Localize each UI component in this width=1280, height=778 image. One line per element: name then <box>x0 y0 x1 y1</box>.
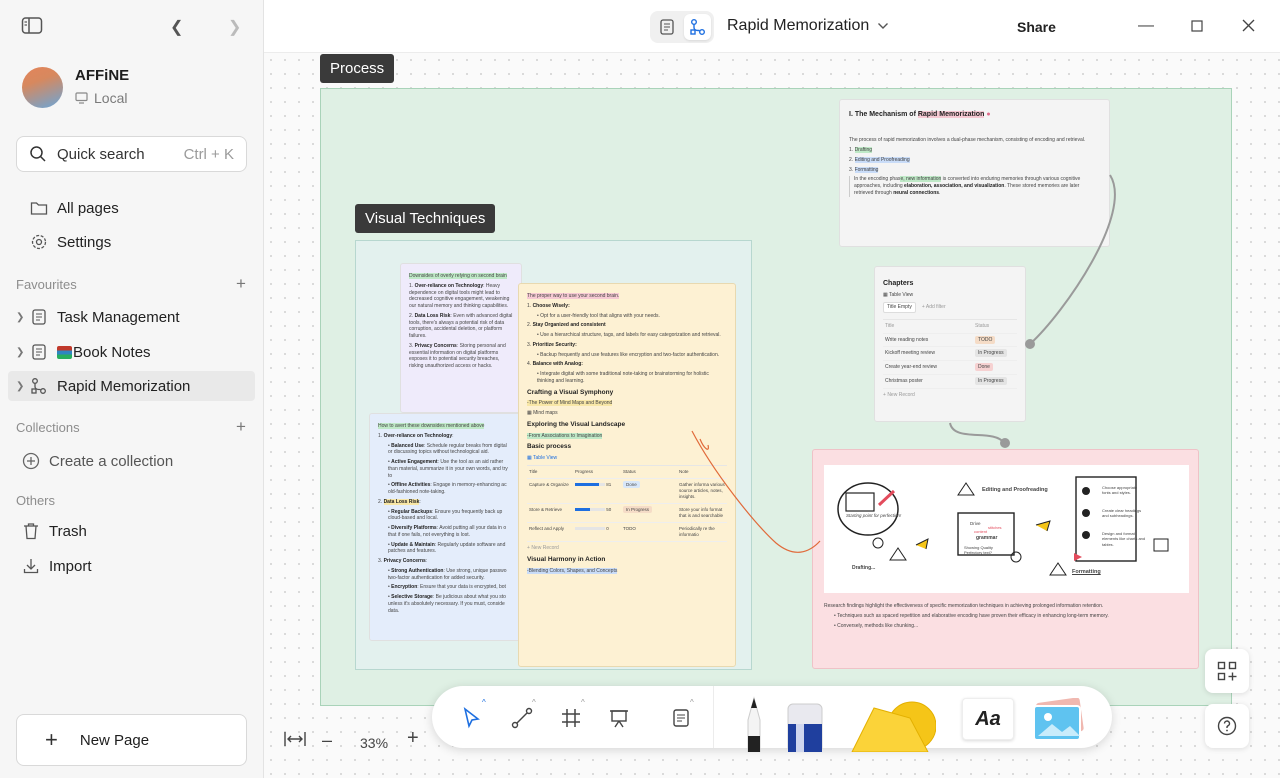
connector-mechanism-chapters <box>1029 174 1116 345</box>
chevron-right-icon[interactable]: ❯ <box>16 347 24 358</box>
books-emoji-icon <box>57 345 72 359</box>
new-page-label: New Page <box>79 731 150 749</box>
favourite-item-rapid-memorization[interactable]: ❯ Rapid Memorization <box>8 371 255 401</box>
page-icon <box>659 19 674 35</box>
add-element-icon[interactable] <box>1205 649 1249 693</box>
connector-chapters-research <box>949 422 1005 444</box>
quick-search-button[interactable]: Quick search Ctrl + K <box>16 136 247 172</box>
nav-all-pages-label: All pages <box>57 199 119 217</box>
favourite-item-label: Rapid Memorization <box>57 377 191 395</box>
quick-search-shortcut: Ctrl + K <box>183 145 234 163</box>
nav-trash-label: Trash <box>49 522 87 540</box>
pen-tool-icon[interactable] <box>742 696 766 753</box>
chevron-up-icon[interactable]: ^ <box>532 698 536 707</box>
workspace-type: Local <box>75 90 127 106</box>
fit-to-screen-icon[interactable] <box>284 731 306 752</box>
nav-import-label: Import <box>49 557 92 575</box>
chevron-right-icon[interactable]: ❯ <box>16 381 24 392</box>
toolbar-divider <box>713 686 714 748</box>
image-tool-icon[interactable] <box>1030 697 1086 742</box>
zoom-level[interactable]: 33% <box>360 735 388 751</box>
add-favourite-icon[interactable]: + <box>236 274 246 294</box>
shape-tool-icon[interactable] <box>850 698 937 753</box>
monitor-icon <box>75 92 88 104</box>
presentation-tool-icon[interactable] <box>607 706 631 730</box>
maximize-icon[interactable] <box>1191 19 1203 37</box>
forward-arrow-icon[interactable]: ❯ <box>228 17 241 37</box>
sidebar: ❮ ❯ AFFiNE Local Quick search Ctrl + K A… <box>0 0 264 778</box>
quick-search-label: Quick search <box>57 145 145 163</box>
frame-tool-icon[interactable] <box>559 706 583 730</box>
page-icon <box>30 308 48 326</box>
edgeless-icon <box>30 377 48 395</box>
favourite-item-book-notes[interactable]: ❯ Book Notes <box>8 337 255 367</box>
favourite-item-task-management[interactable]: ❯ Task Management <box>8 302 255 332</box>
text-tool-icon[interactable]: Aa <box>962 698 1014 740</box>
chevron-up-icon[interactable]: ^ <box>581 698 585 707</box>
workspace-avatar <box>22 67 63 108</box>
share-button[interactable]: Share <box>1017 19 1056 35</box>
nav-settings[interactable]: Settings <box>8 227 255 257</box>
new-page-button[interactable]: + New Page <box>16 714 247 766</box>
nav-trash[interactable]: Trash <box>8 516 255 546</box>
chevron-up-icon[interactable]: ^ <box>690 698 694 707</box>
edgeless-toolbar: ^ ^ ^ ^ Aa <box>432 686 1112 753</box>
chevron-up-icon[interactable]: ^ <box>482 698 486 707</box>
chevron-right-icon[interactable]: ❯ <box>16 312 24 323</box>
connector-pen-stroke <box>691 430 821 553</box>
zoom-out-icon[interactable]: – <box>322 730 332 751</box>
sidebar-header: ❮ ❯ <box>0 0 264 52</box>
create-collection-button[interactable]: Create a collection <box>8 446 255 476</box>
download-icon <box>22 557 40 575</box>
plus-icon: + <box>45 727 58 752</box>
chevron-down-icon <box>878 23 889 29</box>
favourite-item-label: Task Management <box>57 308 180 326</box>
edgeless-mode-button[interactable] <box>684 14 711 40</box>
document-title[interactable]: Rapid Memorization <box>727 17 889 35</box>
folder-icon <box>30 199 48 217</box>
plus-circle-icon <box>22 452 40 470</box>
close-icon[interactable] <box>1242 19 1255 37</box>
edgeless-canvas[interactable]: Process Visual Techniques Downsides of o… <box>264 53 1280 778</box>
add-collection-icon[interactable]: + <box>236 417 246 437</box>
search-icon <box>30 146 46 162</box>
select-tool-icon[interactable] <box>460 706 484 730</box>
nav-settings-label: Settings <box>57 233 112 251</box>
trash-icon <box>22 522 40 540</box>
page-mode-button[interactable] <box>653 14 680 40</box>
eraser-tool-icon[interactable] <box>786 700 824 753</box>
favourite-item-label: Book Notes <box>73 343 151 361</box>
mode-switch <box>650 11 714 43</box>
favourites-title: Favourites <box>16 277 77 292</box>
edgeless-icon <box>689 19 705 35</box>
back-arrow-icon[interactable]: ❮ <box>170 17 183 37</box>
nav-import[interactable]: Import <box>8 551 255 581</box>
note-tool-icon[interactable] <box>669 706 693 730</box>
minimize-icon[interactable]: — <box>1138 17 1154 35</box>
gear-icon <box>30 233 48 251</box>
help-icon[interactable] <box>1205 704 1249 748</box>
workspace-name: AFFiNE <box>75 67 130 84</box>
top-bar: Rapid Memorization Share — <box>264 0 1280 53</box>
connectors-layer <box>691 174 1116 553</box>
connector-handle <box>1000 438 1010 448</box>
sidebar-toggle-icon[interactable] <box>21 16 43 36</box>
workspace-card[interactable]: AFFiNE Local <box>22 67 242 108</box>
connector-tool-icon[interactable] <box>510 706 534 730</box>
collections-title: Collections <box>16 420 80 435</box>
document-title-text: Rapid Memorization <box>727 17 870 34</box>
workspace-type-label: Local <box>94 90 128 106</box>
nav-all-pages[interactable]: All pages <box>8 193 255 223</box>
page-icon <box>30 343 48 361</box>
others-title: Others <box>16 493 56 508</box>
connector-handle <box>1025 339 1035 349</box>
create-collection-label: Create a collection <box>49 452 174 470</box>
zoom-in-icon[interactable]: + <box>407 727 419 750</box>
